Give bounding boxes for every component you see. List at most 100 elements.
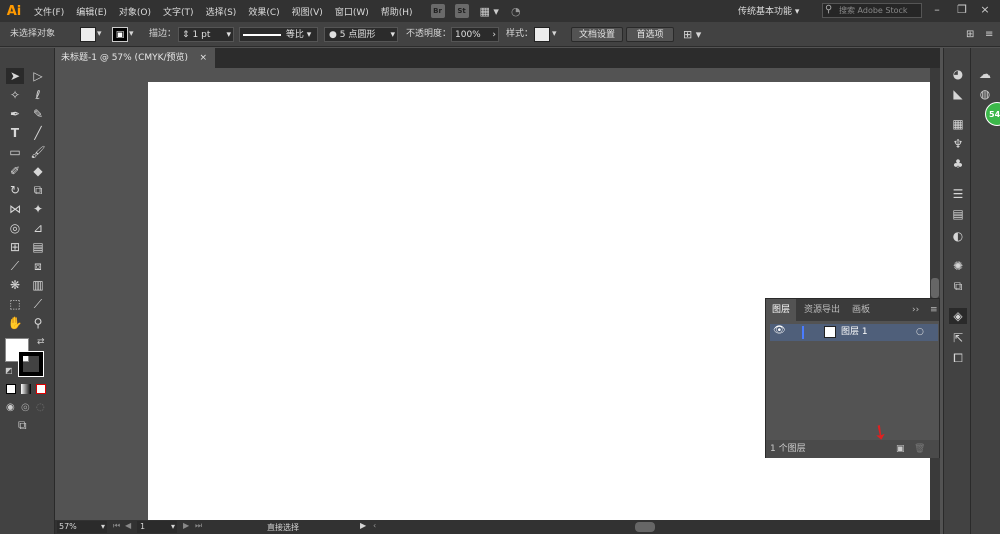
menu-file[interactable]: 文件(F) [28,5,70,18]
brush-definition[interactable]: ● 5 点圆形 ▾ [324,27,398,42]
bridge-button[interactable]: Br [430,4,445,18]
tab-artboards[interactable]: 画板 [846,299,876,321]
layer-row[interactable]: 👁 图层 1 ○ [770,324,938,341]
menu-select[interactable]: 选择(S) [200,5,243,18]
appearance-icon[interactable]: ✺ [949,258,967,274]
style-swatch[interactable] [534,27,550,42]
brushes-icon[interactable]: ♆ [949,136,967,152]
pen-tool-icon[interactable]: ✒ [6,106,24,122]
stroke-panel-icon[interactable]: ☰ [949,186,967,202]
puppet-warp-icon[interactable]: ✦ [29,201,47,217]
menu-edit[interactable]: 编辑(E) [70,5,113,18]
chevron-down-icon[interactable]: ▾ [307,30,312,40]
direct-selection-tool-icon[interactable]: ▷ [29,68,47,84]
default-colors-icon[interactable]: ◩ [5,366,13,375]
symbol-sprayer-icon[interactable]: ❋ [6,277,24,293]
scale-tool-icon[interactable]: ⧉ [29,182,47,198]
menu-help[interactable]: 帮助(H) [375,5,419,18]
rotate-tool-icon[interactable]: ↻ [6,182,24,198]
workspace-switcher[interactable]: 传统基本功能 ▾ [738,4,799,17]
libraries-icon[interactable]: ☁ [976,66,994,82]
color-guide-icon[interactable]: ◣ [949,86,967,102]
slice-tool-icon[interactable]: ⟋ [29,296,47,312]
panel-options-icon[interactable]: ⊞ [966,27,974,42]
align-options-icon[interactable]: ⊞ ▾ [683,27,701,42]
menu-effect[interactable]: 效果(C) [242,5,285,18]
asset-export-icon[interactable]: ⇱ [949,330,967,346]
swap-colors-icon[interactable]: ⇄ [37,337,45,347]
stroke-weight-field[interactable]: ⇕ 1 pt ▾ [178,27,234,42]
perspective-grid-icon[interactable]: ⊿ [29,220,47,236]
prev-artboard-icon[interactable]: ◀ [125,521,131,530]
document-tab[interactable]: 未标题-1 @ 57% (CMYK/预览) × [55,48,215,68]
minimize-icon[interactable]: – [930,3,944,17]
last-artboard-icon[interactable]: ⏭ [195,521,202,531]
variable-width-profile[interactable]: 等比 ▾ [239,27,318,42]
chevron-right-icon[interactable]: › [492,28,498,43]
symbols-icon[interactable]: ♣ [949,156,967,172]
menu-type[interactable]: 文字(T) [157,5,200,18]
artboards-icon[interactable]: ⧠ [949,350,967,366]
artboard-number-field[interactable]: 1 ▾ [137,521,177,533]
menu-object[interactable]: 对象(O) [113,5,157,18]
scroll-left-icon[interactable]: ‹ [373,521,376,530]
document-setup-button[interactable]: 文档设置 [571,27,623,42]
draw-inside-icon[interactable]: ◌ [36,402,45,413]
scroll-thumb[interactable] [931,278,939,298]
draw-behind-icon[interactable]: ◎ [21,402,30,413]
mesh-tool-icon[interactable]: ⊞ [6,239,24,255]
gradient-tool-icon[interactable]: ▤ [29,239,47,255]
none-mode-icon[interactable] [36,384,46,394]
arrange-documents-icon[interactable]: ▦ ▾ [480,5,499,18]
restore-icon[interactable]: ❐ [955,3,969,17]
panel-menu-icon[interactable]: ≡ [924,299,944,321]
visibility-eye-icon[interactable]: 👁 [773,325,786,336]
lasso-tool-icon[interactable]: ℓ [29,87,47,103]
line-tool-icon[interactable]: ╱ [29,125,47,141]
swatches-icon[interactable]: ▦ [949,116,967,132]
graph-tool-icon[interactable]: ▥ [29,277,47,293]
gradient-panel-icon[interactable]: ▤ [949,206,967,222]
artboard-tool-icon[interactable]: ⬚ [6,296,24,312]
opacity-field[interactable]: 100% › [451,27,499,42]
stroke-color-box[interactable] [18,351,44,377]
stock-search-input[interactable]: 搜索 Adobe Stock [822,3,922,18]
stepper-icon[interactable]: ⇕ [179,30,193,40]
next-artboard-icon[interactable]: ▶ [183,521,189,530]
close-icon[interactable]: × [978,3,992,17]
menu-view[interactable]: 视图(V) [286,5,329,18]
stroke-swatch[interactable]: ▣ [112,27,128,42]
chevron-down-icon[interactable]: ▾ [129,27,134,42]
chevron-down-icon[interactable]: ▾ [171,521,175,533]
chevron-down-icon[interactable]: ▾ [552,27,557,42]
fill-swatch[interactable] [80,27,96,42]
new-layer-icon[interactable]: ▣ [896,440,905,458]
blend-tool-icon[interactable]: ⧈ [29,258,47,274]
stock-button[interactable]: St [454,4,469,18]
shape-builder-icon[interactable]: ◎ [6,220,24,236]
close-tab-icon[interactable]: × [199,48,207,68]
preferences-button[interactable]: 首选项 [626,27,674,42]
tab-asset-export[interactable]: 资源导出 [798,299,846,321]
hand-tool-icon[interactable]: ✋ [6,315,24,331]
eraser-tool-icon[interactable]: ◆ [29,163,47,179]
rectangle-tool-icon[interactable]: ▭ [6,144,24,160]
first-artboard-icon[interactable]: ⏮ [113,521,120,531]
opacity-label[interactable]: 不透明度： [406,27,451,42]
zoom-tool-icon[interactable]: ⚲ [29,315,47,331]
transparency-icon[interactable]: ◐ [949,228,967,244]
gradient-mode-icon[interactable] [21,384,31,394]
chevron-down-icon[interactable]: ▾ [97,27,102,42]
gpu-performance-icon[interactable]: ◔ [511,5,521,18]
panel-menu-icon[interactable]: ≡ [985,27,993,42]
chevron-down-icon[interactable]: ▾ [101,521,105,533]
shaper-tool-icon[interactable]: ✐ [6,163,24,179]
status-menu-icon[interactable]: ▶ [360,521,366,530]
magic-wand-icon[interactable]: ✧ [6,87,24,103]
layer-name[interactable]: 图层 1 [841,325,868,340]
horizontal-scroll-thumb[interactable] [635,522,655,532]
chevron-down-icon[interactable]: ▾ [390,28,397,43]
curvature-tool-icon[interactable]: ✎ [29,106,47,122]
width-tool-icon[interactable]: ⋈ [6,201,24,217]
layers-panel-icon[interactable]: ◈ [949,308,967,324]
